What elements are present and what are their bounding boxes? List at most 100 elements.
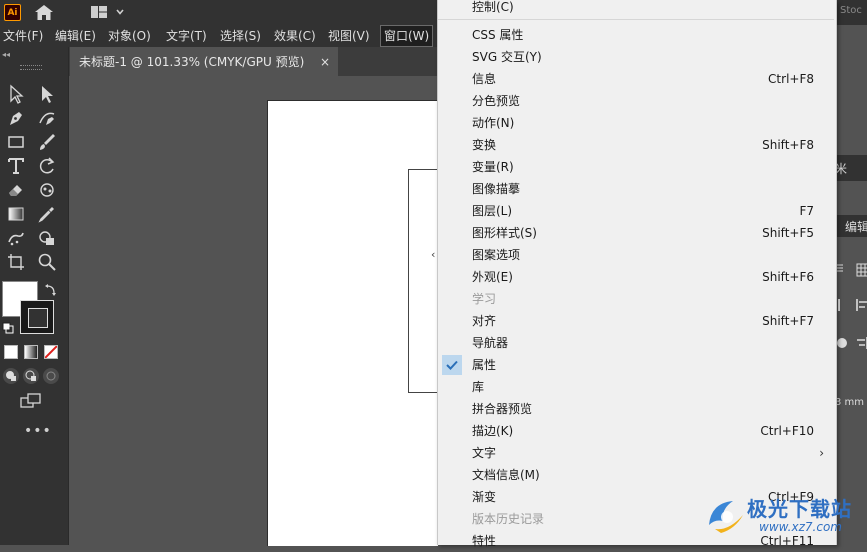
rectangle-tool-icon[interactable] bbox=[6, 132, 26, 152]
artboard[interactable]: ‹ bbox=[267, 100, 450, 546]
menu-item-flattener-preview[interactable]: 拼合器预览 bbox=[438, 398, 834, 420]
align-right-icon[interactable] bbox=[855, 336, 867, 350]
zoom-tool-icon[interactable] bbox=[37, 252, 57, 272]
eraser-tool-icon[interactable] bbox=[6, 180, 26, 200]
stroke-color-swatch[interactable] bbox=[20, 300, 54, 334]
menu-effect[interactable]: 效果(C) bbox=[274, 25, 316, 47]
menu-item-variables[interactable]: 变量(R) bbox=[438, 156, 834, 178]
submenu-arrow-icon: › bbox=[819, 446, 824, 460]
menu-item-type-submenu[interactable]: 文字 › bbox=[438, 442, 834, 464]
selection-tool-icon[interactable] bbox=[6, 84, 26, 104]
menu-item-stroke[interactable]: 描边(K) Ctrl+F10 bbox=[438, 420, 834, 442]
document-tab[interactable]: 未标题-1 @ 101.33% (CMYK/GPU 预览) × bbox=[70, 47, 338, 77]
menu-item-css-properties[interactable]: CSS 属性 bbox=[438, 24, 834, 46]
draw-normal-icon[interactable] bbox=[3, 368, 19, 384]
document-tab-title: 未标题-1 @ 101.33% (CMYK/GPU 预览) bbox=[79, 55, 305, 69]
menu-item-document-info[interactable]: 文档信息(M) bbox=[438, 464, 834, 486]
pen-tool-icon[interactable] bbox=[6, 108, 26, 128]
workspace-switcher-icon[interactable] bbox=[90, 5, 126, 19]
search-stock-label[interactable]: Stoc bbox=[840, 5, 862, 16]
watermark-site-url: www.xz7.com bbox=[759, 520, 842, 534]
menu-item-shortcut: Shift+F8 bbox=[762, 138, 814, 152]
unit-value-field[interactable]: 3 mm bbox=[835, 397, 864, 408]
menu-item-pattern-options[interactable]: 图案选项 bbox=[438, 244, 834, 266]
paintbrush-tool-icon[interactable] bbox=[37, 132, 57, 152]
puppet-warp-tool-icon[interactable] bbox=[37, 180, 57, 200]
menu-item-navigator[interactable]: 导航器 bbox=[438, 332, 834, 354]
menu-item-label: SVG 交互(Y) bbox=[472, 50, 542, 64]
canvas-area[interactable]: ‹ bbox=[69, 76, 450, 546]
swap-fill-stroke-icon[interactable] bbox=[44, 283, 58, 297]
menu-item-label: 渐变 bbox=[472, 490, 497, 504]
gradient-mode-swatch[interactable] bbox=[24, 345, 38, 359]
illustrator-logo: Ai bbox=[4, 4, 21, 21]
menu-select[interactable]: 选择(S) bbox=[220, 25, 261, 47]
distribute-icon[interactable] bbox=[835, 298, 849, 312]
draw-behind-icon[interactable] bbox=[23, 368, 39, 384]
menu-item-actions[interactable]: 动作(N) bbox=[438, 112, 834, 134]
properties-tab-strip: 米 bbox=[835, 155, 867, 181]
menu-item-transform[interactable]: 变换 Shift+F8 bbox=[438, 134, 834, 156]
menu-item-shortcut: Shift+F6 bbox=[762, 270, 814, 284]
edit-toolbar-more-icon[interactable]: ••• bbox=[24, 423, 52, 439]
curvature-tool-icon[interactable] bbox=[37, 108, 57, 128]
align-grid-icon[interactable] bbox=[856, 263, 867, 277]
toggle-icon[interactable] bbox=[835, 336, 849, 350]
menu-item-shortcut: F7 bbox=[799, 204, 814, 218]
symbol-sprayer-tool-icon[interactable] bbox=[6, 228, 26, 248]
color-mode-swatch[interactable] bbox=[4, 345, 18, 359]
menu-item-align[interactable]: 对齐 Shift+F7 bbox=[438, 310, 834, 332]
menu-item-label: 拼合器预览 bbox=[472, 402, 533, 416]
menu-item-shortcut: Ctrl+F8 bbox=[768, 72, 814, 86]
menu-item-label: 信息 bbox=[472, 72, 497, 86]
eyedropper-tool-icon[interactable] bbox=[37, 204, 57, 224]
menu-item-libraries[interactable]: 库 bbox=[438, 376, 834, 398]
home-icon[interactable] bbox=[34, 4, 54, 21]
menu-item-separations-preview[interactable]: 分色预览 bbox=[438, 90, 834, 112]
menu-item-label: 属性 bbox=[472, 358, 497, 372]
menu-item-info[interactable]: 信息 Ctrl+F8 bbox=[438, 68, 834, 90]
panel-grip[interactable] bbox=[20, 65, 42, 70]
draw-inside-icon[interactable] bbox=[43, 368, 59, 384]
close-tab-icon[interactable]: × bbox=[320, 47, 330, 77]
artboard-tool-icon[interactable] bbox=[6, 252, 26, 272]
menu-window[interactable]: 窗口(W) bbox=[380, 25, 434, 47]
tools-panel: ◂◂ ••• bbox=[0, 47, 69, 545]
direct-selection-tool-icon[interactable] bbox=[37, 84, 57, 104]
menu-edit[interactable]: 编辑(E) bbox=[55, 25, 96, 47]
align-left-icon[interactable] bbox=[855, 298, 867, 312]
menu-view[interactable]: 视图(V) bbox=[328, 25, 370, 47]
menu-object[interactable]: 对象(O) bbox=[108, 25, 151, 47]
type-tool-icon[interactable] bbox=[6, 156, 26, 176]
change-screen-mode-icon[interactable] bbox=[20, 393, 42, 411]
menu-item-label: CSS 属性 bbox=[472, 28, 524, 42]
menu-item-appearance[interactable]: 外观(E) Shift+F6 bbox=[438, 266, 834, 288]
default-fill-stroke-icon[interactable] bbox=[2, 322, 14, 334]
menu-item-label: 版本历史记录 bbox=[472, 512, 545, 526]
menu-item-label: 学习 bbox=[472, 292, 497, 306]
gradient-tool-icon[interactable] bbox=[6, 204, 26, 224]
collapse-panel-icon[interactable]: ◂◂ bbox=[2, 50, 10, 59]
rotate-tool-icon[interactable] bbox=[37, 156, 57, 176]
menu-item-label: 分色预览 bbox=[472, 94, 521, 108]
menu-item-properties[interactable]: 属性 bbox=[438, 354, 834, 376]
menu-item-label: 文字 bbox=[472, 446, 497, 460]
menu-item-control[interactable]: 控制(C) bbox=[438, 0, 834, 18]
menu-item-image-trace[interactable]: 图像描摹 bbox=[438, 178, 834, 200]
menu-item-layers[interactable]: 图层(L) F7 bbox=[438, 200, 834, 222]
watermark-site-name: 极光下载站 bbox=[747, 497, 852, 521]
panel-menu-icon[interactable] bbox=[835, 261, 849, 275]
none-mode-swatch[interactable] bbox=[44, 345, 58, 359]
menu-file[interactable]: 文件(F) bbox=[3, 25, 43, 47]
window-menu-dropdown: 控制(C) CSS 属性 SVG 交互(Y) 信息 Ctrl+F8 分色预览 动… bbox=[437, 0, 837, 548]
right-panel-strip: 米 编辑 3 mm bbox=[835, 25, 867, 545]
menu-item-shortcut: Shift+F7 bbox=[762, 314, 814, 328]
menu-item-learn: 学习 bbox=[438, 288, 834, 310]
menu-item-graphic-styles[interactable]: 图形样式(S) Shift+F5 bbox=[438, 222, 834, 244]
edit-header-strip: 编辑 bbox=[835, 215, 867, 237]
menu-item-label: 控制(C) bbox=[472, 0, 514, 14]
menu-item-svg-interactivity[interactable]: SVG 交互(Y) bbox=[438, 46, 834, 68]
edit-label[interactable]: 编辑 bbox=[845, 218, 867, 235]
shape-builder-tool-icon[interactable] bbox=[37, 228, 57, 248]
menu-type[interactable]: 文字(T) bbox=[166, 25, 207, 47]
